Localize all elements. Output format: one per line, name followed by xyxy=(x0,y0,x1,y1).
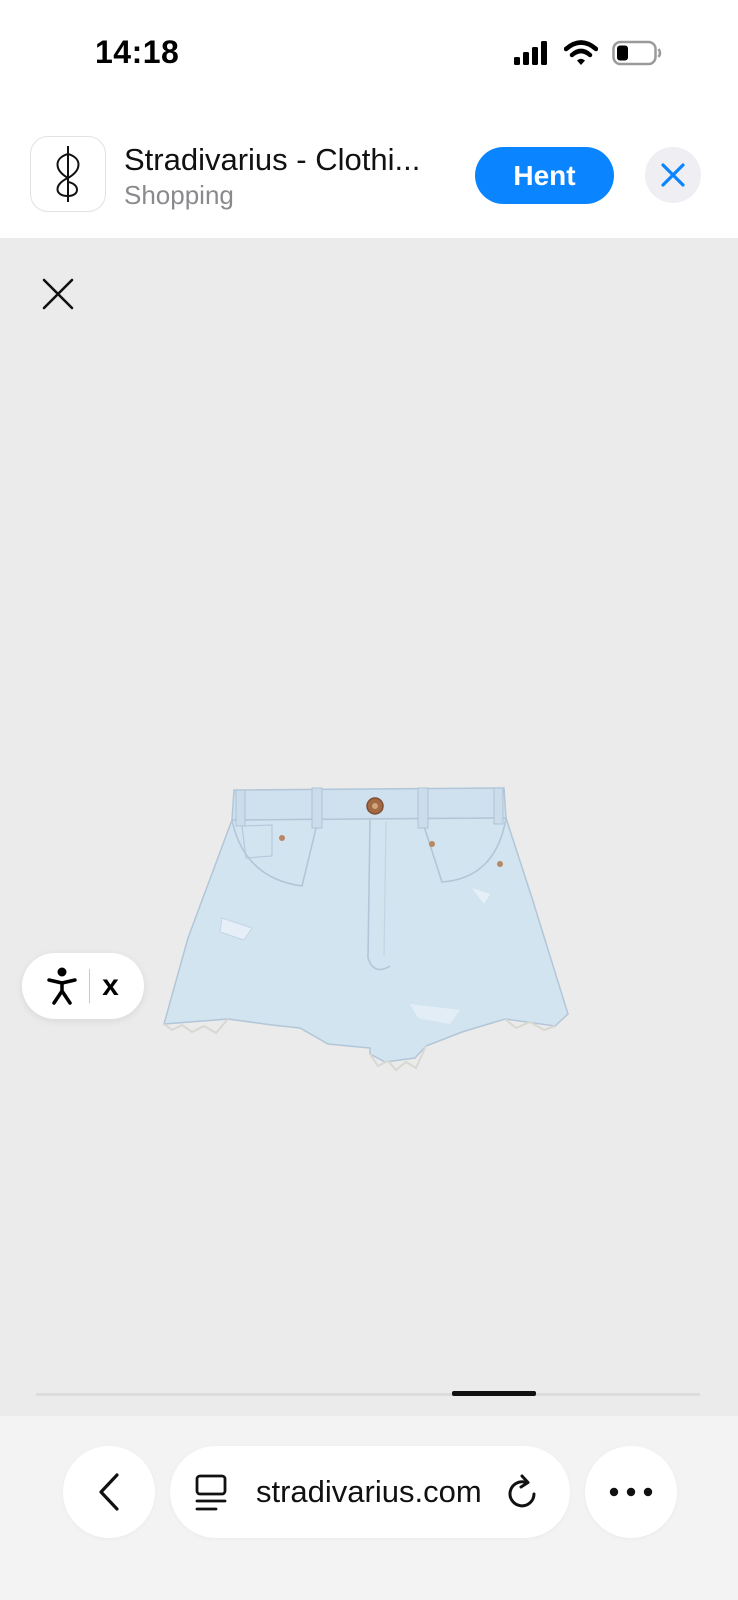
address-bar[interactable]: stradivarius.com xyxy=(170,1446,570,1538)
wifi-icon xyxy=(563,39,599,71)
browser-toolbar: stradivarius.com xyxy=(0,1416,738,1600)
accessibility-button[interactable] xyxy=(47,967,77,1005)
stradivarius-logo-icon xyxy=(56,146,80,202)
app-name: Stradivarius - Clothi... xyxy=(124,142,421,177)
product-image[interactable] xyxy=(160,778,580,1088)
more-button[interactable] xyxy=(585,1446,677,1538)
product-image-viewer: x xyxy=(0,238,738,1416)
accessibility-close-button[interactable]: x xyxy=(102,971,119,1001)
accessibility-person-icon xyxy=(47,967,77,1005)
product-close-button[interactable] xyxy=(38,274,78,314)
get-app-button[interactable]: Hent xyxy=(475,147,614,204)
denim-shorts-image xyxy=(162,787,569,1072)
cellular-signal-icon xyxy=(514,40,550,70)
app-icon[interactable] xyxy=(30,136,106,212)
battery-icon xyxy=(612,40,662,71)
status-bar: 14:18 xyxy=(0,0,738,110)
close-icon xyxy=(661,163,685,187)
status-time: 14:18 xyxy=(95,34,180,70)
page-menu-icon[interactable] xyxy=(194,1474,230,1517)
widget-divider xyxy=(89,969,91,1003)
app-banner: Stradivarius - Clothi... Shopping Hent xyxy=(0,120,738,238)
app-category: Shopping xyxy=(124,180,234,210)
status-icons xyxy=(514,39,662,71)
chevron-left-icon xyxy=(99,1473,119,1511)
reload-icon[interactable] xyxy=(504,1472,542,1517)
carousel-track xyxy=(36,1393,700,1396)
close-icon xyxy=(42,278,74,310)
carousel-indicator[interactable] xyxy=(452,1391,536,1396)
more-dots-icon xyxy=(609,1487,653,1497)
banner-close-button[interactable] xyxy=(645,147,701,203)
accessibility-widget: x xyxy=(22,953,144,1019)
back-button[interactable] xyxy=(63,1446,155,1538)
url-text[interactable]: stradivarius.com xyxy=(256,1474,482,1510)
